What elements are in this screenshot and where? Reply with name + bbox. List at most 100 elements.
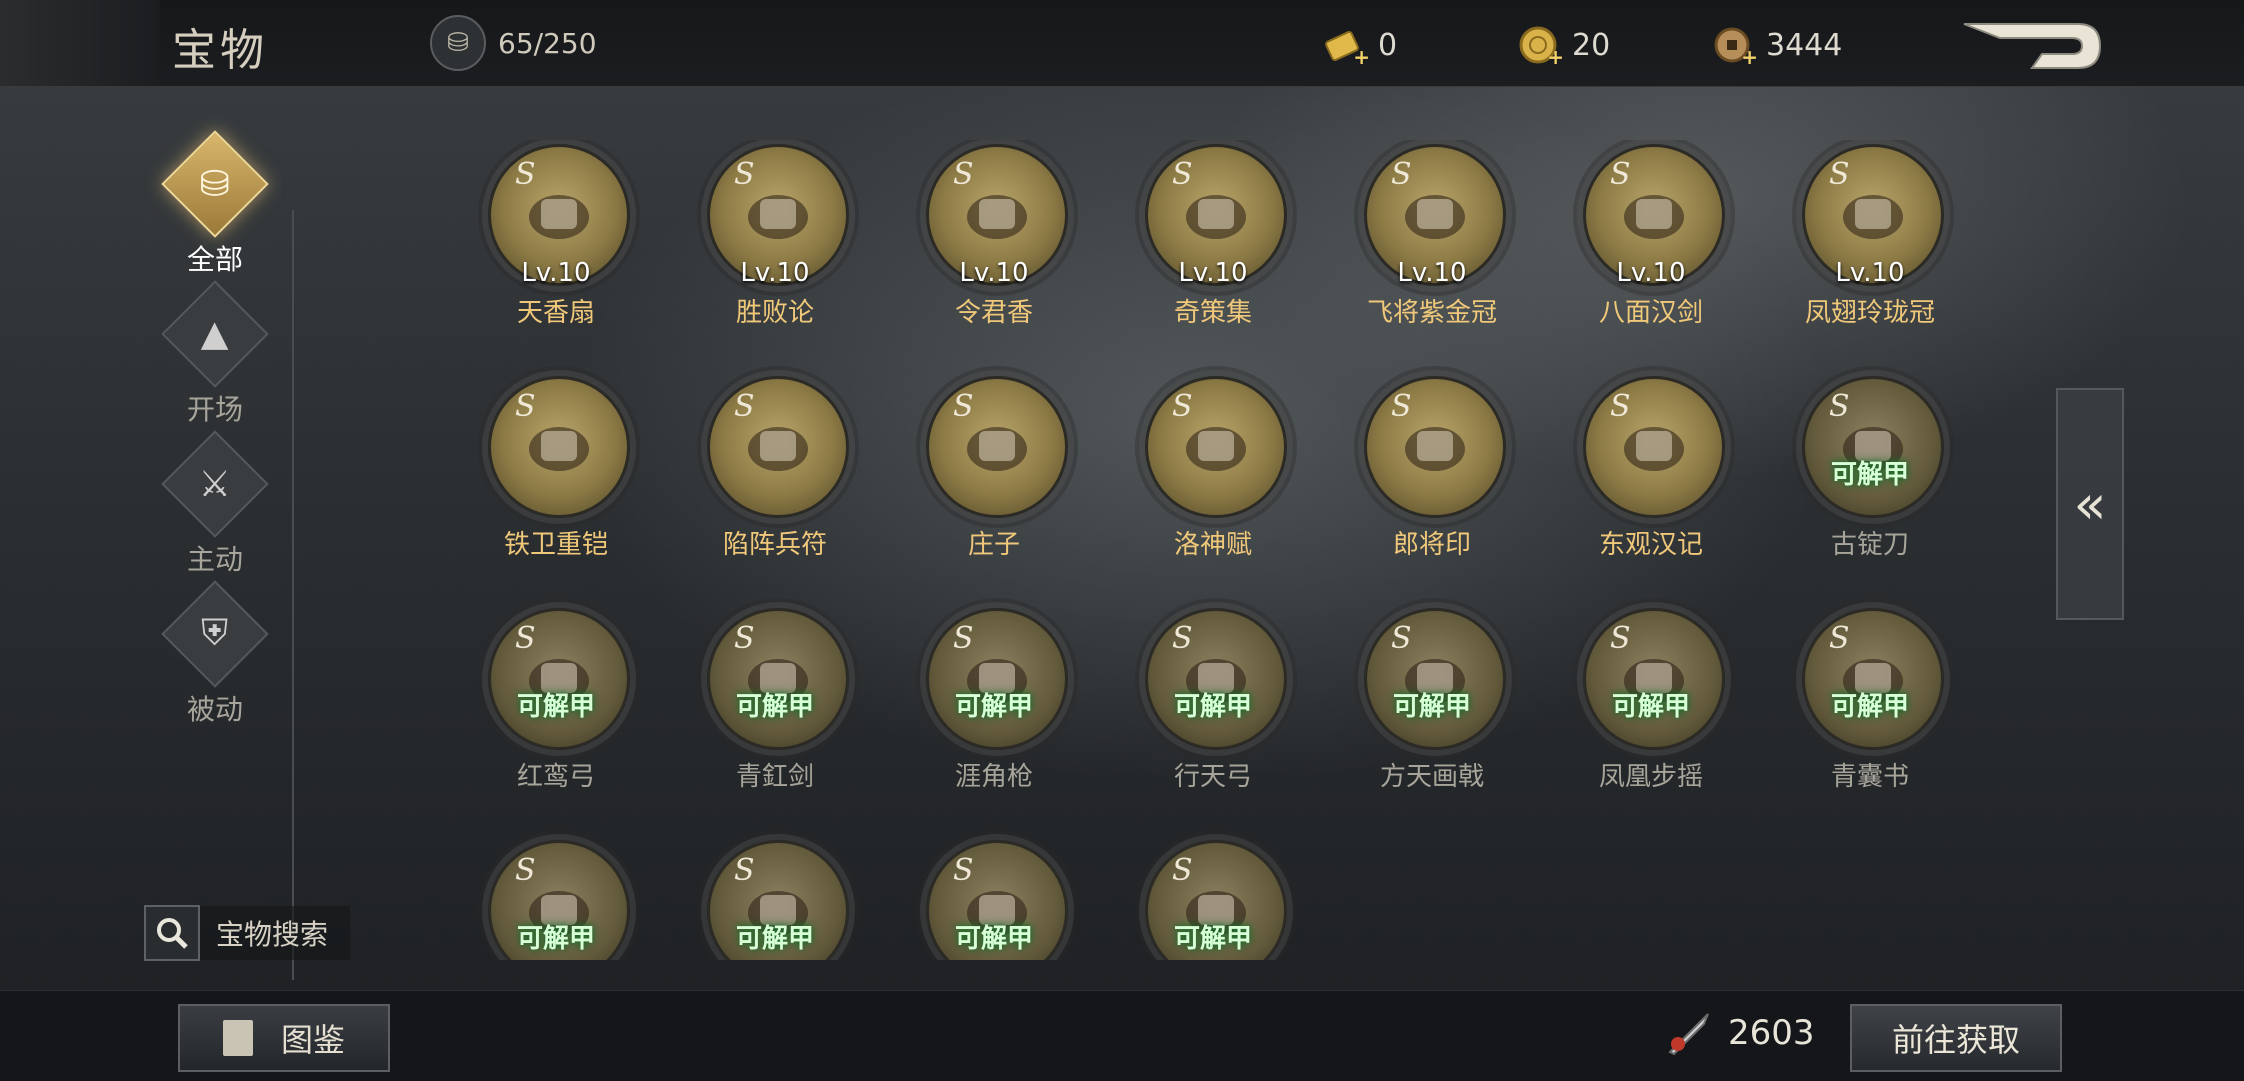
category-sidebar: ⛁ 全部 ▲ 开场 ⚔ 主动 ⛨ 被动: [0, 86, 296, 990]
capacity-counter: ⛁ 65/250: [430, 15, 597, 71]
gold-coin-icon: +: [1516, 23, 1564, 69]
treasure-name: 庄子: [967, 530, 1020, 560]
treasure-medal: S: [707, 608, 849, 750]
treasure-item-icon: [967, 427, 1027, 471]
treasure-name: 东观汉记: [1598, 530, 1703, 560]
treasure-card[interactable]: S 可解甲凤凰步摇: [1551, 604, 1751, 804]
treasure-card[interactable]: S Lv.10 天香扇: [456, 140, 656, 340]
treasure-card[interactable]: S 可解甲 方天画戟: [1332, 604, 1532, 804]
unlock-badge: 可解甲: [1611, 692, 1690, 722]
collapse-panel-button[interactable]: «: [2056, 388, 2124, 620]
unlock-badge: 可解甲: [1392, 692, 1471, 722]
treasure-card[interactable]: S 可解甲 青釭剑: [675, 604, 875, 804]
treasure-level: Lv.10: [740, 258, 810, 288]
treasure-level: Lv.10: [1178, 258, 1248, 288]
treasure-medal: S: [926, 376, 1068, 518]
treasure-card[interactable]: S 可解甲古锭刀: [1770, 372, 1970, 572]
helmet-icon: ⛨: [161, 580, 269, 688]
treasure-medal: S: [1145, 376, 1287, 518]
top-bar: 宝物 ⛁ 65/250 + 0 + 20 + 3444: [0, 0, 2244, 87]
treasure-medal: S: [707, 376, 849, 518]
go-obtain-button[interactable]: 前往获取: [1850, 1004, 2062, 1072]
treasure-level: Lv.10: [1616, 258, 1686, 288]
treasure-item-icon: [529, 427, 589, 471]
codex-button[interactable]: 图鉴: [178, 1004, 390, 1072]
treasure-name: 古锭刀: [1830, 530, 1909, 560]
sidebar-item-passive[interactable]: ⛨ 被动: [150, 580, 280, 728]
treasure-search-button[interactable]: 宝物搜索: [144, 905, 350, 961]
treasure-card[interactable]: S 洛神赋: [1113, 372, 1313, 572]
treasure-card[interactable]: S Lv.10 八面汉剑: [1551, 140, 1751, 340]
sword-slash-icon: ⚔: [161, 430, 269, 538]
treasure-card[interactable]: S 可解甲 行天弓: [1113, 604, 1313, 804]
treasure-name: 铁卫重铠: [503, 530, 608, 560]
treasure-card[interactable]: S Lv.10 胜败论: [675, 140, 875, 340]
capacity-text: 65/250: [498, 26, 597, 60]
treasure-medal: S: [1802, 376, 1944, 518]
sidebar-divider: [292, 210, 294, 980]
treasure-name: 红鸾弓: [516, 762, 595, 792]
treasure-item-icon: [1405, 195, 1465, 239]
treasure-name: 凤翅玲珑冠: [1804, 298, 1935, 328]
treasure-name: 令君香: [954, 298, 1033, 328]
treasure-level: Lv.10: [521, 258, 591, 288]
treasure-level: Lv.10: [1397, 258, 1467, 288]
treasure-medal: S: [1583, 608, 1725, 750]
treasure-card[interactable]: S 可解甲: [456, 836, 656, 960]
back-button[interactable]: [1960, 18, 2106, 72]
shard-count: 2603: [1728, 1013, 1815, 1053]
sidebar-item-all[interactable]: ⛁ 全部: [150, 130, 280, 278]
sword-shard-icon: [1668, 1013, 1709, 1056]
double-chevron-left-icon: «: [2073, 472, 2107, 536]
currency-gold-ingot[interactable]: + 0: [1322, 22, 1398, 69]
unlock-badge: 可解甲: [1830, 460, 1909, 490]
treasure-card[interactable]: S 可解甲 涯角枪: [894, 604, 1094, 804]
unlock-badge: 可解甲: [735, 924, 814, 954]
treasure-card[interactable]: S Lv.10 奇策集: [1113, 140, 1313, 340]
unlock-badge: 可解甲: [516, 924, 595, 954]
treasure-name: 胜败论: [735, 298, 814, 328]
sidebar-item-opening[interactable]: ▲ 开场: [150, 280, 280, 428]
treasure-item-icon: [1843, 195, 1903, 239]
treasure-name: 洛神赋: [1173, 530, 1252, 560]
treasure-card[interactable]: S 可解甲: [894, 836, 1094, 960]
treasure-name: 行天弓: [1173, 762, 1252, 792]
treasure-card[interactable]: S 庄子: [894, 372, 1094, 572]
treasure-card[interactable]: S 郎将印: [1332, 372, 1532, 572]
treasure-card[interactable]: S Lv.10 飞将紫金冠: [1332, 140, 1532, 340]
treasure-card[interactable]: S 东观汉记: [1551, 372, 1751, 572]
treasure-card[interactable]: S Lv.10 令君香: [894, 140, 1094, 340]
treasure-name: 青囊书: [1830, 762, 1909, 792]
treasure-card[interactable]: S 铁卫重铠: [456, 372, 656, 572]
sidebar-item-active[interactable]: ⚔ 主动: [150, 430, 280, 578]
unlock-badge: 可解甲: [954, 924, 1033, 954]
treasure-card[interactable]: S 可解甲: [675, 836, 875, 960]
gold-ingot-icon: +: [1322, 23, 1370, 69]
pyramid-icon: ▲: [161, 280, 269, 388]
sidebar-item-label: 全部: [186, 243, 243, 276]
search-label: 宝物搜索: [216, 918, 329, 951]
currency-copper-coin[interactable]: + 3444: [1710, 22, 1842, 69]
treasure-medal: S: [488, 608, 630, 750]
treasure-name: 青釭剑: [735, 762, 814, 792]
currency-gold-coin[interactable]: + 20: [1516, 22, 1610, 69]
sidebar-item-label: 主动: [186, 543, 243, 576]
treasure-name: 郎将印: [1392, 530, 1471, 560]
treasure-name: 涯角枪: [954, 762, 1033, 792]
treasure-card[interactable]: S 陷阵兵符: [675, 372, 875, 572]
treasure-card[interactable]: S Lv.10 凤翅玲珑冠: [1770, 140, 1970, 340]
treasure-name: 方天画戟: [1379, 762, 1484, 792]
treasure-item-icon: [1624, 195, 1684, 239]
sidebar-item-label: 开场: [186, 393, 243, 426]
treasure-card[interactable]: S 可解甲: [1113, 836, 1313, 960]
gold-ingot-value: 0: [1378, 27, 1398, 63]
unlock-badge: 可解甲: [954, 692, 1033, 722]
treasure-name: 凤凰步摇: [1598, 762, 1703, 792]
copper-coin-icon: +: [1710, 23, 1758, 69]
treasure-level: Lv.10: [959, 258, 1029, 288]
header-art: [0, 0, 160, 86]
treasure-level: Lv.10: [1835, 258, 1905, 288]
treasure-card[interactable]: S 可解甲 红鸾弓: [456, 604, 656, 804]
treasure-card[interactable]: S 可解甲 青囊书: [1770, 604, 1970, 804]
back-arrow-icon: [1963, 23, 2102, 69]
